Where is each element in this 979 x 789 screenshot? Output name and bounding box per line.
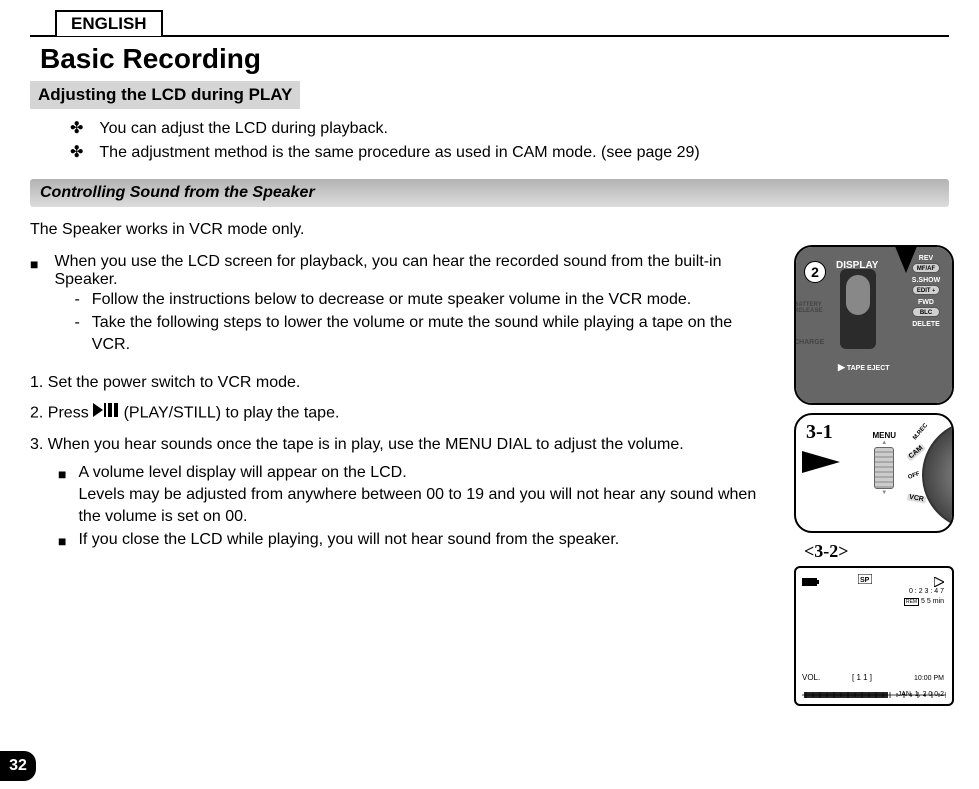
step-2: 2. Press (PLAY/STILL) to play the tape.: [30, 399, 770, 428]
diagram-column: 2 DISPLAY BATTERY RELEASE CHARGE ▶ TAPE …: [794, 245, 964, 706]
language-tab: ENGLISH: [55, 10, 163, 36]
section2-main-text: When you use the LCD screen for playback…: [54, 253, 770, 289]
step-2-suffix: (PLAY/STILL) to play the tape.: [124, 405, 340, 422]
screen-date: JAN. 1, 2 0 0 2: [898, 691, 944, 698]
section1-bullet-1: You can adjust the LCD during playback.: [99, 117, 387, 141]
dash-icon: -: [74, 289, 79, 311]
section2-dash2: Take the following steps to lower the vo…: [92, 312, 770, 357]
battery-release-label: BATTERY RELEASE: [794, 302, 826, 314]
volume-label: VOL.: [802, 673, 820, 682]
rev-label: REV: [904, 255, 948, 262]
page-title: Basic Recording: [40, 43, 949, 75]
remaining-time: REM 5 5 min: [904, 598, 944, 605]
delete-label: DELETE: [904, 321, 948, 328]
section1-bullets: ✤ You can adjust the LCD during playback…: [70, 117, 949, 165]
edit-button: EDIT +: [912, 285, 940, 295]
section2-title: Controlling Sound from the Speaker: [30, 179, 949, 207]
play-still-icon: [93, 399, 119, 428]
step-3-nested-2: If you close the LCD while playing, you …: [78, 529, 619, 552]
charge-label: CHARGE: [794, 339, 824, 346]
lcd-screen: SP 0 : 2 3 : 4 7 REM 5 5 min VOL. [ 1 1 …: [794, 566, 954, 706]
mf-af-button: MF/AF: [912, 263, 940, 273]
step-32-label: <3-2>: [804, 541, 964, 562]
step-1: 1. Set the power switch to VCR mode.: [30, 369, 770, 398]
volume-value: [ 1 1 ]: [852, 673, 872, 682]
section2-intro: The Speaker works in VCR mode only.: [30, 219, 770, 241]
device-panel-step2: 2 DISPLAY BATTERY RELEASE CHARGE ▶ TAPE …: [794, 245, 954, 405]
device-panel-step31: 3-1 MENU ▲ ▼ M.REC CAM OFF VCR: [794, 413, 954, 533]
fwd-label: FWD: [904, 299, 948, 306]
sp-indicator: SP: [858, 574, 872, 586]
page-number: 32: [0, 751, 36, 781]
step-2-circle: 2: [804, 261, 826, 283]
step-31-label: 3-1: [806, 421, 833, 444]
square-bullet-icon: ■: [58, 532, 66, 552]
step-2-prefix: 2. Press: [30, 405, 93, 422]
vcr-label: VCR: [907, 493, 927, 503]
maltese-icon: ✤: [70, 117, 83, 141]
svg-text:SP: SP: [860, 577, 870, 584]
dash-icon: -: [74, 312, 79, 357]
mrec-label: M.REC: [912, 423, 929, 442]
step-3-nested-1a: A volume level display will appear on th…: [78, 462, 770, 484]
section1-title: Adjusting the LCD during PLAY: [30, 81, 300, 109]
maltese-icon: ✤: [70, 141, 83, 165]
section1-bullet-2: The adjustment method is the same proced…: [99, 141, 699, 165]
step-3-sublist: ■ A volume level display will appear on …: [58, 462, 770, 552]
section2-dash1: Follow the instructions below to decreas…: [92, 289, 691, 311]
battery-icon: [802, 577, 820, 587]
square-bullet-icon: ■: [30, 256, 38, 356]
blc-button: BLC: [912, 307, 940, 317]
tape-eject-label: ▶ TAPE EJECT: [838, 363, 890, 372]
timecode: 0 : 2 3 : 4 7: [909, 588, 944, 595]
screen-time: 10:00 PM: [914, 675, 944, 682]
section2-para: ■ When you use the LCD screen for playba…: [30, 253, 770, 356]
off-label: OFF: [907, 471, 920, 481]
sshow-label: S.SHOW: [904, 277, 948, 284]
step-3-nested-1b: Levels may be adjusted from anywhere bet…: [78, 484, 770, 529]
cam-label: CAM: [906, 443, 926, 461]
step-3: 3. When you hear sounds once the tape is…: [30, 431, 770, 460]
pointer-arrow-icon: [802, 451, 840, 473]
square-bullet-icon: ■: [58, 465, 66, 529]
mode-dial: M.REC CAM OFF VCR: [892, 415, 954, 533]
